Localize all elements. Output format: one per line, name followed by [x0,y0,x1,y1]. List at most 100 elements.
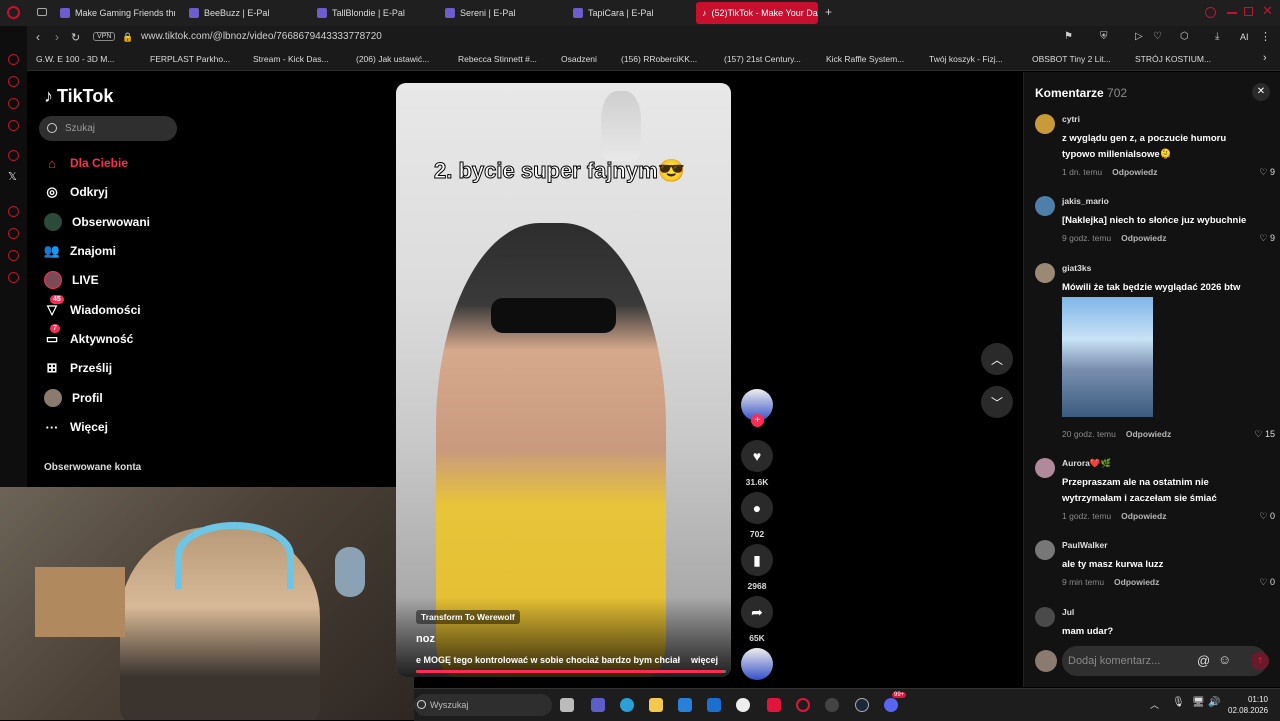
next-video-button[interactable]: ﹀ [981,386,1013,418]
comment-likes[interactable]: ♡ 0 [1259,577,1275,588]
reply-button[interactable]: Odpowiedz [1121,233,1166,243]
new-tab-button[interactable]: + [825,5,832,19]
follow-plus-icon[interactable]: + [751,414,764,427]
sidebar-app-icon[interactable] [8,250,19,261]
comment-input[interactable]: Dodaj komentarz... @ ☺ [1062,646,1267,676]
nav-wiadomosci[interactable]: ▽ 45 Wiadomości [44,295,141,320]
avatar[interactable] [1035,458,1055,478]
comment-likes[interactable]: ♡ 9 [1259,233,1275,244]
browser-tab[interactable]: Sereni | E-Pal [445,2,555,24]
comment-image[interactable] [1062,297,1153,417]
mention-icon[interactable]: @ [1197,653,1210,668]
author-avatar-button[interactable]: + [740,389,774,427]
browser-tab[interactable]: TapiCara | E-Pal [573,2,683,24]
nav-przeslij[interactable]: ⊞ Prześlij [44,358,112,378]
vpn-badge[interactable]: VPN [93,32,116,41]
video-progress[interactable] [416,670,726,673]
comment-user[interactable]: PaulWalker [1062,540,1108,550]
task-view-icon[interactable] [560,698,574,712]
settings-icon[interactable] [8,272,19,283]
browser-tab-active[interactable]: ♪ (52)TikTok - Make Your Da [696,2,818,24]
emoji-icon[interactable]: ☺ [1218,652,1231,667]
sidebar-app-icon[interactable] [8,150,19,161]
video-player[interactable]: 2. bycie super fajnym😎 Transform To Were… [396,83,731,677]
avatar[interactable] [1035,263,1055,283]
menu-icon[interactable]: ⋮ [1260,30,1271,43]
extensions-icon[interactable]: ⬡ [1180,31,1189,42]
comment-likes[interactable]: ♡ 0 [1259,511,1275,522]
nav-wiecej[interactable]: ··· Więcej [44,417,108,437]
app-icon[interactable] [767,698,781,712]
bookmark-item[interactable]: Rebecca Stinnett #... [458,54,537,64]
comment-likes[interactable]: ♡ 9 [1259,167,1275,178]
avatar[interactable] [1035,540,1055,560]
maximize-icon[interactable] [1244,7,1253,16]
browser-tab[interactable]: BeeBuzz | E-Pal [189,2,299,24]
search-input[interactable]: Szukaj [39,116,177,141]
bookmark-item[interactable]: OBSBOT Tiny 2 Lit... [1032,54,1111,64]
sidebar-app-icon[interactable] [8,54,19,65]
sidebar-app-icon[interactable] [8,98,19,109]
bookmark-icon[interactable]: ⚑ [1064,31,1073,42]
taskbar-clock[interactable]: 01:10 02.08.2026 [1228,694,1268,716]
play-icon[interactable]: ▷ [1135,31,1143,42]
volume-icon[interactable]: 🔊 [1208,697,1220,708]
sidebar-app-icon[interactable] [8,76,19,87]
x-icon[interactable]: 𝕏 [8,170,17,183]
comment-likes[interactable]: ♡ 15 [1254,429,1275,440]
steam-icon[interactable] [855,698,869,712]
reply-button[interactable]: Odpowiedz [1126,429,1171,439]
bookmark-item[interactable]: (206) Jak ustawić... [356,54,429,64]
nav-odkryj[interactable]: ◎ Odkryj [44,182,108,202]
comment-button[interactable]: ● 702 [740,492,774,539]
comment-user[interactable]: giat3ks [1062,263,1091,273]
music-disc-button[interactable] [740,648,774,680]
share-button[interactable]: ➦ 65K [740,596,774,643]
reply-button[interactable]: Odpowiedz [1114,577,1159,587]
url-field[interactable]: www.tiktok.com/@lbnoz/video/766867944333… [141,31,382,42]
minimize-icon[interactable] [1227,12,1237,14]
bookmark-item[interactable]: FERPLAST Parkho... [150,54,230,64]
close-comments-button[interactable]: ✕ [1252,83,1270,101]
tray-chevron-icon[interactable]: ︿ [1150,698,1159,711]
shield-icon[interactable]: ⛨ [1100,31,1108,42]
microphone-icon[interactable]: 🎙 [1172,697,1185,708]
teams-icon[interactable] [591,698,605,712]
nav-profil[interactable]: Profil [44,388,103,408]
bookmark-item[interactable]: Twój koszyk - Fizj... [929,54,1003,64]
bookmarks-overflow-icon[interactable]: › [1263,52,1267,64]
bookmark-item[interactable]: (156) RRoberciKK... [621,54,697,64]
bookmark-item[interactable]: Osadzeni [561,54,597,64]
back-icon[interactable]: ‹ [36,30,40,44]
sidebar-app-icon[interactable] [8,206,19,217]
opera-icon[interactable] [796,698,810,712]
save-button[interactable]: ▮ 2968 [740,544,774,591]
forward-icon[interactable]: › [55,30,59,44]
outlook-icon[interactable] [707,698,721,712]
comment-user[interactable]: cytri [1062,114,1080,124]
comment-user[interactable]: jakis_mario [1062,196,1109,206]
tiktok-logo[interactable]: ♪ TikTok [44,86,113,107]
close-icon[interactable]: ✕ [1262,3,1273,19]
previous-video-button[interactable]: ︿ [981,343,1013,375]
browser-tab[interactable]: TallBlondie | E-Pal [317,2,427,24]
bookmark-item[interactable]: STRÓJ KOSTIUM... [1135,54,1211,64]
bookmark-item[interactable]: Kick Raffle System... [826,54,904,64]
send-button[interactable]: ↑ [1251,652,1269,670]
opera-logo-icon[interactable] [7,6,20,19]
comment-user[interactable]: Aurora❤️🌿 [1062,458,1111,469]
bookmark-item[interactable]: Stream - Kick Das... [253,54,329,64]
video-author[interactable]: noz [416,633,435,645]
bookmark-item[interactable]: G.W. E 100 - 3D M... [36,54,114,64]
nav-dla-ciebie[interactable]: ⌂ Dla Ciebie [44,153,128,173]
reply-button[interactable]: Odpowiedz [1121,511,1166,521]
sidebar-app-icon[interactable] [8,120,19,131]
taskbar-search[interactable]: Wyszukaj [414,694,552,716]
sidebar-app-icon[interactable] [8,228,19,239]
discord-icon[interactable]: 99+ [884,692,907,712]
more-link[interactable]: więcej [691,655,718,665]
github-icon[interactable] [736,698,750,712]
store-icon[interactable] [678,698,692,712]
ai-button[interactable]: AI [1240,32,1249,42]
reload-icon[interactable]: ↻ [71,31,80,44]
